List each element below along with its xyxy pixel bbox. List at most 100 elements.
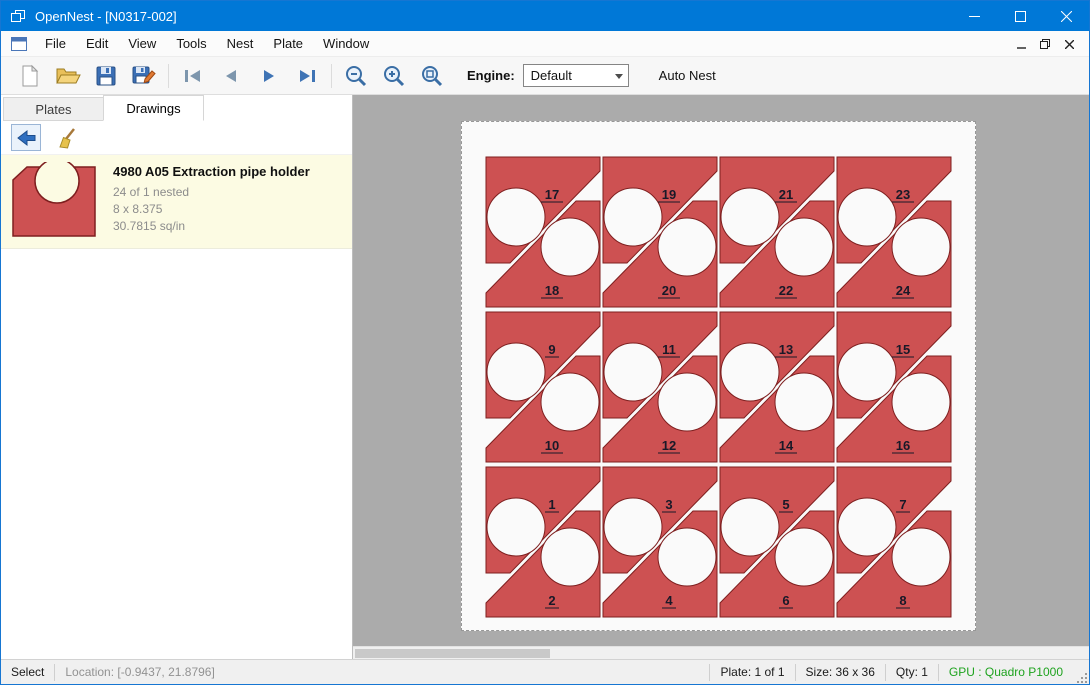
part-hole	[721, 498, 779, 556]
nest-pair: 34	[603, 467, 717, 617]
broom-icon	[57, 127, 79, 149]
part-number: 10	[545, 438, 559, 453]
status-bar: Select Location: [-0.9437, 21.8796] Plat…	[1, 659, 1089, 684]
drawing-list-item[interactable]: 4980 A05 Extraction pipe holder 24 of 1 …	[1, 155, 352, 249]
part-thumbnail	[9, 162, 99, 240]
status-size: Size: 36 x 36	[796, 665, 885, 679]
menu-edit[interactable]: Edit	[76, 31, 118, 56]
menu-plate[interactable]: Plate	[263, 31, 313, 56]
part-hole	[541, 373, 599, 431]
save-edit-button[interactable]	[125, 60, 163, 92]
app-icon	[10, 8, 26, 24]
part-number: 12	[662, 438, 676, 453]
nest-pair: 78	[837, 467, 951, 617]
mdi-close-icon[interactable]	[1057, 33, 1081, 55]
part-hole	[658, 528, 716, 586]
first-plate-button[interactable]	[174, 60, 212, 92]
last-plate-button[interactable]	[288, 60, 326, 92]
plate: 171819202122232491011121314151612345678	[461, 121, 976, 631]
mdi-minimize-icon[interactable]	[1009, 33, 1033, 55]
engine-select[interactable]: Default	[523, 64, 629, 87]
part-hole	[892, 373, 950, 431]
import-drawing-button[interactable]	[11, 124, 41, 151]
part-number: 19	[662, 187, 676, 202]
main-toolbar: Engine: Default Auto Nest	[1, 57, 1089, 95]
part-hole	[487, 188, 545, 246]
resize-grip[interactable]	[1073, 660, 1089, 685]
status-qty: Qty: 1	[886, 665, 938, 679]
menu-file[interactable]: File	[35, 31, 76, 56]
part-hole	[487, 343, 545, 401]
menu-tools[interactable]: Tools	[166, 31, 216, 56]
part-number: 24	[896, 283, 911, 298]
part-hole	[775, 528, 833, 586]
menu-view[interactable]: View	[118, 31, 166, 56]
mdi-restore-icon[interactable]	[1033, 33, 1057, 55]
drawing-nested-count: 24 of 1 nested	[113, 184, 310, 201]
part-hole	[604, 498, 662, 556]
part-number: 15	[896, 342, 910, 357]
tab-plates[interactable]: Plates	[3, 97, 104, 121]
part-hole	[604, 188, 662, 246]
nest-pair: 1112	[603, 312, 717, 462]
part-number: 6	[782, 593, 789, 608]
sidebar: Plates Drawings 4980 A05 Extraction pipe…	[1, 95, 353, 659]
app-window: OpenNest - [N0317-002] File Edit View To…	[0, 0, 1090, 685]
part-number: 20	[662, 283, 676, 298]
horizontal-scrollbar[interactable]	[353, 646, 1089, 659]
part-hole	[541, 218, 599, 276]
nest-pair: 2122	[720, 157, 834, 307]
nest-pair: 12	[486, 467, 600, 617]
part-number: 16	[896, 438, 910, 453]
previous-plate-button[interactable]	[212, 60, 250, 92]
engine-selected-value: Default	[531, 68, 572, 83]
zoom-out-button[interactable]	[337, 60, 375, 92]
sidebar-tabs: Plates Drawings	[1, 95, 352, 121]
part-hole	[892, 528, 950, 586]
menu-window[interactable]: Window	[313, 31, 379, 56]
part-number: 21	[779, 187, 793, 202]
nest-pair: 910	[486, 312, 600, 462]
zoom-in-button[interactable]	[375, 60, 413, 92]
clear-drawings-button[interactable]	[53, 124, 83, 151]
status-location: Location: [-0.9437, 21.8796]	[55, 665, 224, 679]
part-hole	[658, 373, 716, 431]
part-number: 8	[899, 593, 906, 608]
close-button[interactable]	[1043, 1, 1089, 31]
open-file-button[interactable]	[49, 60, 87, 92]
window-title: OpenNest - [N0317-002]	[35, 9, 177, 24]
drawing-title: 4980 A05 Extraction pipe holder	[113, 164, 310, 179]
scrollbar-thumb[interactable]	[355, 649, 550, 658]
part-number: 4	[665, 593, 673, 608]
part-hole	[541, 528, 599, 586]
part-number: 1	[548, 497, 555, 512]
new-file-button[interactable]	[11, 60, 49, 92]
title-bar: OpenNest - [N0317-002]	[1, 1, 1089, 31]
part-number: 13	[779, 342, 793, 357]
minimize-button[interactable]	[951, 1, 997, 31]
menu-bar: File Edit View Tools Nest Plate Window	[1, 31, 1089, 57]
maximize-button[interactable]	[997, 1, 1043, 31]
nest-pair: 1314	[720, 312, 834, 462]
save-button[interactable]	[87, 60, 125, 92]
nest-pair: 1718	[486, 157, 600, 307]
next-plate-button[interactable]	[250, 60, 288, 92]
part-hole	[838, 188, 896, 246]
part-number: 7	[899, 497, 906, 512]
part-hole	[892, 218, 950, 276]
nest-pair: 23 24	[837, 157, 951, 307]
nest-pair: 1516	[837, 312, 951, 462]
part-hole	[658, 218, 716, 276]
part-number: 23	[896, 187, 910, 202]
zoom-fit-button[interactable]	[413, 60, 451, 92]
menu-nest[interactable]: Nest	[217, 31, 264, 56]
drawings-toolbar	[1, 121, 352, 155]
tab-drawings[interactable]: Drawings	[103, 95, 204, 121]
part-number: 18	[545, 283, 559, 298]
part-hole	[775, 373, 833, 431]
nest-drawing: 171819202122232491011121314151612345678	[462, 122, 975, 630]
nest-canvas[interactable]: 171819202122232491011121314151612345678	[353, 95, 1089, 659]
part-number: 3	[665, 497, 672, 512]
auto-nest-button[interactable]: Auto Nest	[653, 66, 722, 85]
nest-pair: 56	[720, 467, 834, 617]
